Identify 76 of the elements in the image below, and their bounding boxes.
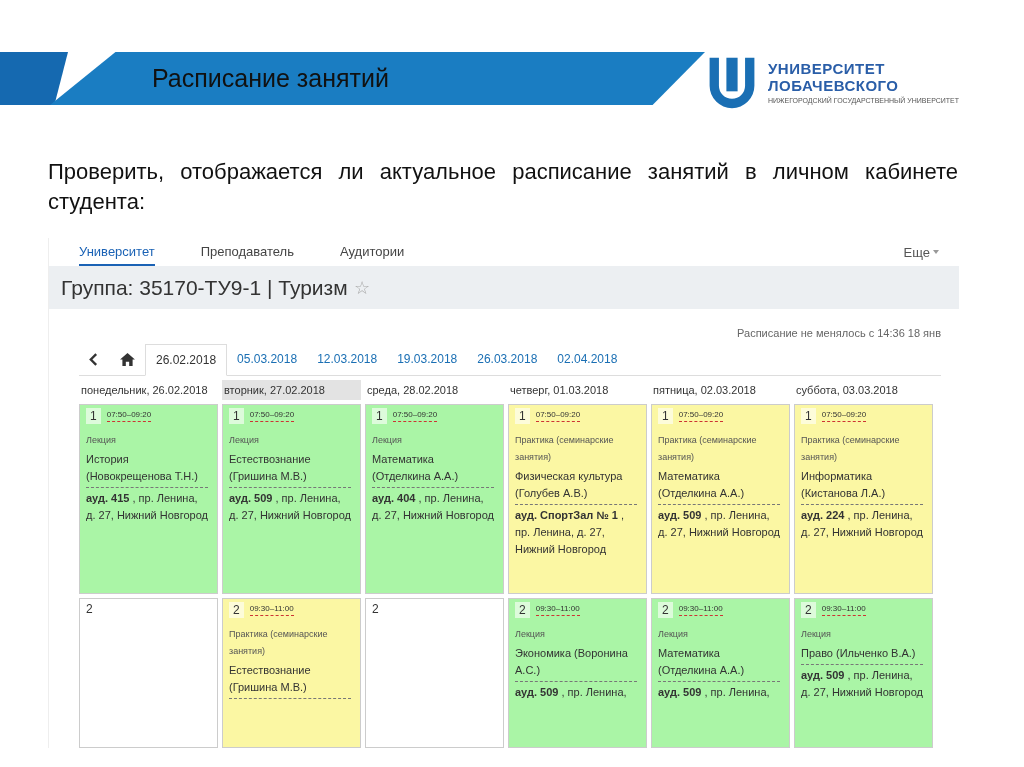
lesson-number: 1	[515, 408, 530, 424]
week-tab[interactable]: 12.03.2018	[307, 344, 388, 374]
lesson-number: 2	[515, 602, 530, 618]
lesson-room: ауд. 509 , пр. Ленина, д. 27, Нижний Новгород	[801, 668, 923, 700]
lesson-time: 07:50–09:20	[249, 410, 295, 422]
more-menu[interactable]: Еще	[903, 238, 939, 267]
lesson-type: Практика (семинарские занятия)	[658, 434, 758, 464]
lesson-room: ауд. 404 , пр. Ленина, д. 27, Нижний Новгород	[372, 491, 494, 523]
back-icon[interactable]	[89, 352, 98, 366]
lesson-subject: Математика (Отделкина А.А.)	[658, 645, 780, 682]
lesson-time: 09:30–11:00	[249, 604, 294, 616]
lesson-room: ауд. 415 , пр. Ленина, д. 27, Нижний Новгород	[86, 491, 208, 523]
lesson-type: Практика (семинарские занятия)	[801, 434, 901, 464]
lesson-time: 07:50–09:20	[392, 410, 438, 422]
nav-tab[interactable]: Аудитории	[339, 238, 405, 267]
week-tab[interactable]: 05.03.2018	[227, 344, 308, 374]
question-text: Проверить, отображается ли актуальное расписание занятий в личном кабинете студента:	[48, 158, 958, 216]
week-tab[interactable]: 26.02.2018	[145, 343, 228, 376]
lesson-subject: Математика (Отделкина А.А.)	[372, 451, 494, 488]
slide-title: Расписание занятий	[152, 64, 389, 93]
lesson-type: Практика (семинарские занятия)	[515, 434, 615, 464]
lesson-number: 2	[658, 602, 673, 618]
day-header: понедельник, 26.02.2018	[80, 383, 209, 398]
lesson-number: 1	[229, 408, 244, 424]
lesson-type: Лекция	[658, 628, 689, 641]
lesson-type: Лекция	[372, 434, 403, 447]
week-tab[interactable]: 26.03.2018	[467, 344, 548, 374]
logo-text: ЛОБАЧЕВСКОГО	[768, 77, 900, 94]
lesson-room: ауд. СпортЗал № 1 , пр. Ленина, д. 27, Нижний Новгород	[515, 508, 625, 557]
update-note: Расписание не менялось с 14:36 18 янв	[736, 327, 941, 339]
group-title: Группа: 35170-ТУ9-1 | Туризм	[61, 275, 348, 300]
lesson-number: 2	[372, 602, 379, 616]
lesson-type: Лекция	[515, 628, 546, 641]
lesson-time: 07:50–09:20	[821, 410, 867, 422]
lesson-subject: Естествознание (Гришина М.В.)	[229, 662, 351, 699]
lesson-number: 2	[801, 602, 816, 618]
lesson-type: Лекция	[86, 434, 117, 447]
home-icon[interactable]	[120, 352, 135, 366]
lesson-subject: История (Новокрещенова Т.Н.)	[86, 451, 208, 488]
day-header: вторник, 27.02.2018	[222, 380, 361, 400]
nav-tab[interactable]: Преподаватель	[200, 238, 294, 267]
day-header: среда, 28.02.2018	[366, 383, 460, 398]
lesson-number: 1	[658, 408, 673, 424]
lesson-time: 07:50–09:20	[535, 410, 581, 422]
logo-text: УНИВЕРСИТЕТ	[768, 60, 886, 77]
lesson-time: 09:30–11:00	[535, 604, 580, 616]
lesson-subject: Информатика (Кистанова Л.А.)	[801, 468, 923, 505]
lesson-room: ауд. 509 , пр. Ленина, д. 27, Нижний Новгород	[229, 491, 351, 523]
lesson-time: 09:30–11:00	[678, 604, 723, 616]
lesson-number: 1	[801, 408, 816, 424]
day-header: пятница, 02.03.2018	[652, 383, 757, 398]
lesson-room: ауд. 224 , пр. Ленина, д. 27, Нижний Новгород	[801, 508, 923, 540]
day-header: четверг, 01.03.2018	[509, 383, 610, 398]
lesson-time: 07:50–09:20	[106, 410, 152, 422]
week-tab[interactable]: 02.04.2018	[547, 344, 628, 374]
lesson-room: ауд. 509 , пр. Ленина, д. 27, Нижний Новгород	[658, 508, 780, 540]
lesson-subject: Экономика (Воронина А.С.)	[515, 645, 637, 682]
week-tab[interactable]: 19.03.2018	[387, 344, 468, 374]
lesson-time: 09:30–11:00	[821, 604, 866, 616]
lesson-subject: Физическая культура (Голубев А.В.)	[515, 468, 637, 505]
lesson-subject: Математика (Отделкина А.А.)	[658, 468, 780, 505]
lesson-type: Лекция	[229, 434, 260, 447]
lesson-number: 1	[86, 408, 101, 424]
lesson-subject: Право (Ильченко В.А.)	[801, 645, 923, 665]
lesson-type: Лекция	[801, 628, 832, 641]
lesson-room: ауд. 509 , пр. Ленина,	[515, 685, 628, 700]
day-header: суббота, 03.03.2018	[795, 383, 899, 398]
caret-icon	[933, 250, 939, 255]
lesson-number: 2	[86, 602, 93, 616]
lesson-number: 2	[229, 602, 244, 618]
lesson-time: 07:50–09:20	[678, 410, 724, 422]
header-band	[0, 52, 68, 105]
lesson-number: 1	[372, 408, 387, 424]
lesson-type: Практика (семинарские занятия)	[229, 628, 329, 658]
lesson-room: ауд. 509 , пр. Ленина,	[658, 685, 771, 700]
lesson-subject: Естествознание (Гришина М.В.)	[229, 451, 351, 488]
